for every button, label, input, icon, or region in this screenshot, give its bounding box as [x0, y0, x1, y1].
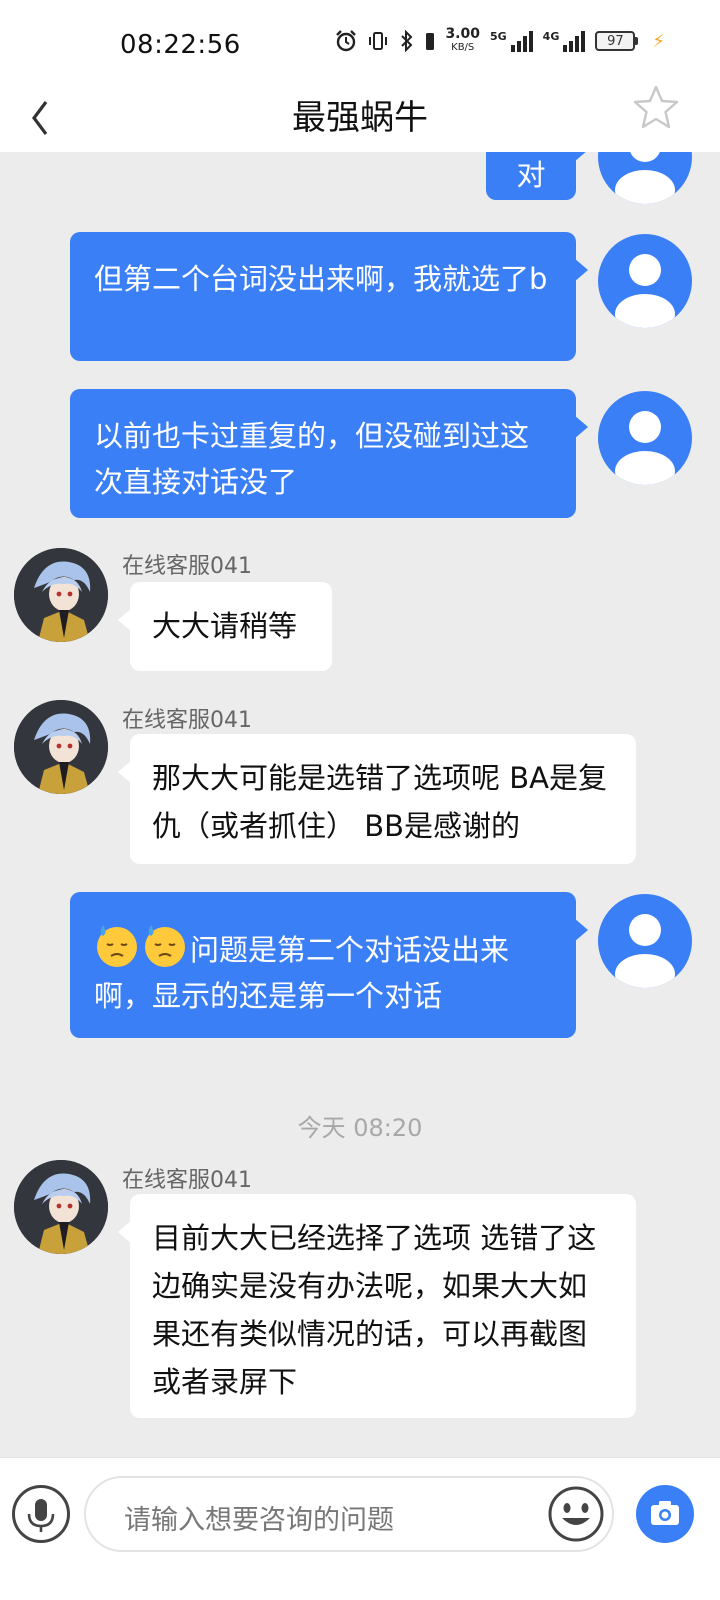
- agent-avatar-image: [14, 700, 108, 794]
- net-speed: 3.00 KB/S: [445, 26, 480, 53]
- user-avatar-icon: [615, 152, 675, 204]
- sender-name: 在线客服041: [122, 708, 252, 733]
- signal-icon-2: [563, 30, 586, 52]
- signal-type-2: 4G: [542, 29, 560, 43]
- downcast-sweat-emoji-icon: [145, 925, 185, 967]
- user-avatar[interactable]: [598, 152, 692, 204]
- chat-timestamp: 今天 08:20: [297, 1114, 423, 1142]
- charging-icon: ⚡: [652, 30, 665, 52]
- battery-level: 97: [595, 31, 636, 51]
- user-avatar-icon: [615, 411, 675, 485]
- message-bubble-user: 以前也卡过重复的，但没碰到过这次直接对话没了: [70, 389, 588, 518]
- battery-saver-icon: [426, 33, 435, 50]
- status-bar: 08:22:56 3.00 KB/S 5G 4G 97 ⚡: [0, 0, 720, 80]
- star-outline-icon: [633, 85, 679, 129]
- user-avatar-icon: [615, 914, 675, 988]
- camera-icon: [651, 1501, 679, 1525]
- agent-avatar[interactable]: [14, 1160, 108, 1254]
- agent-avatar[interactable]: [14, 700, 108, 794]
- user-avatar[interactable]: [598, 391, 692, 485]
- smiley-icon: [548, 1486, 604, 1542]
- input-placeholder: 请输入想要咨询的问题: [124, 1505, 394, 1536]
- camera-button[interactable]: [636, 1485, 694, 1543]
- voice-button[interactable]: [12, 1485, 70, 1543]
- favorite-button[interactable]: [632, 84, 680, 136]
- signal-type-1: 5G: [489, 29, 507, 43]
- message-bubble-user: 对: [486, 152, 588, 200]
- page-title: 最强蜗牛: [292, 98, 428, 138]
- agent-avatar-image: [14, 548, 108, 642]
- microphone-icon: [27, 1499, 55, 1532]
- bluetooth-icon: [401, 30, 413, 52]
- header: 最强蜗牛: [0, 80, 720, 152]
- emoji-button[interactable]: [546, 1484, 606, 1544]
- alarm-icon: [336, 30, 357, 52]
- chat-area[interactable]: 对 但第二个台词没出来啊，我就选了b 以前也卡过重复的，但没碰到过这次直接对话没…: [0, 152, 720, 1457]
- status-icons: 3.00 KB/S 5G 4G 97 ⚡: [335, 26, 665, 54]
- message-bubble-user: 但第二个台词没出来啊，我就选了b: [70, 232, 588, 361]
- status-time: 08:22:56: [120, 30, 241, 60]
- user-avatar[interactable]: [598, 894, 692, 988]
- message-bubble-agent: 大大请稍等: [118, 582, 332, 671]
- message-bubble-agent: 目前大大已经选择了选项 选错了这边确实是没有办法呢，如果大大如果还有类似情况的话…: [118, 1194, 636, 1418]
- sender-name: 在线客服041: [122, 1168, 252, 1193]
- message-bubble-user: 问题是第二个对话没出来啊，显示的还是第一个对话: [70, 892, 588, 1038]
- message-input[interactable]: 请输入想要咨询的问题: [84, 1476, 614, 1552]
- agent-avatar-image: [14, 1160, 108, 1254]
- message-bubble-agent: 那大大可能是选错了选项呢 BA是复仇（或者抓住） BB是感谢的: [118, 734, 636, 864]
- signal-icon: [510, 30, 533, 52]
- agent-avatar[interactable]: [14, 548, 108, 642]
- user-avatar-icon: [615, 254, 675, 328]
- sender-name: 在线客服041: [122, 554, 252, 579]
- downcast-sweat-emoji-icon: [97, 925, 137, 967]
- battery-icon: 97: [595, 31, 639, 51]
- vibrate-icon: [369, 32, 388, 50]
- user-avatar[interactable]: [598, 234, 692, 328]
- input-bar: 请输入想要咨询的问题: [0, 1457, 720, 1600]
